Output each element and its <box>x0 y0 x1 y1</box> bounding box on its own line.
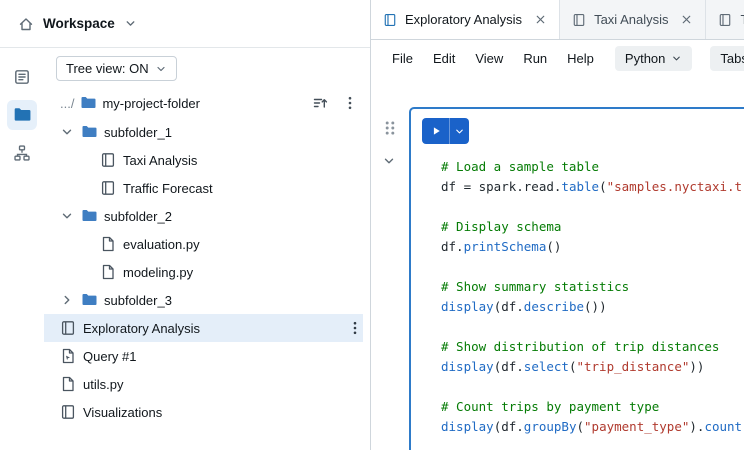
tree-item-label: Query #1 <box>83 349 136 364</box>
tree-item-label: evaluation.py <box>123 237 200 252</box>
tree-item-subfolder-1[interactable]: subfolder_1 <box>44 118 363 146</box>
tree-item-label: Exploratory Analysis <box>83 321 200 336</box>
notebook-icon <box>718 13 732 27</box>
tree-item-label: subfolder_1 <box>104 125 172 140</box>
notebook-icon <box>60 320 76 336</box>
menu-help[interactable]: Help <box>558 46 603 71</box>
menu-run[interactable]: Run <box>514 46 556 71</box>
tree-item-evaluation-py[interactable]: evaluation.py <box>44 230 363 258</box>
file-icon <box>100 236 116 252</box>
tab-exploratory-analysis[interactable]: Exploratory Analysis <box>371 0 560 40</box>
menu-edit[interactable]: Edit <box>424 46 464 71</box>
notebook-icon <box>100 180 116 196</box>
file-tree: Tree view: ON .../ my-project-folder sub… <box>44 48 370 450</box>
notebook-icon <box>572 13 586 27</box>
run-cell-button[interactable] <box>422 118 469 144</box>
root-folder-row[interactable]: .../ my-project-folder <box>44 88 370 118</box>
close-icon[interactable] <box>680 13 693 26</box>
chevron-down-icon <box>671 53 682 64</box>
tree-item-query-1[interactable]: Query #1 <box>44 342 363 370</box>
tree-item-label: utils.py <box>83 377 123 392</box>
language-selector[interactable]: Python <box>615 46 692 71</box>
tree-item-traffic-forecast[interactable]: Traffic Forecast <box>44 174 363 202</box>
chevron-down-icon[interactable] <box>124 17 137 30</box>
sort-icon[interactable] <box>312 95 328 111</box>
tree-view-toggle[interactable]: Tree view: ON <box>56 56 177 81</box>
chevron-down-icon[interactable] <box>60 209 74 223</box>
chevron-right-icon[interactable] <box>60 293 74 307</box>
folder-icon <box>81 292 97 308</box>
hierarchy-icon[interactable] <box>7 138 37 168</box>
notebook-icon <box>383 13 397 27</box>
tree-item-label: modeling.py <box>123 265 193 280</box>
tab-label: Taxi Analysis <box>594 12 668 27</box>
chevron-down-icon[interactable] <box>450 118 469 144</box>
folder-icon <box>80 95 96 111</box>
folder-icon <box>81 124 97 140</box>
root-path-prefix: .../ <box>60 96 74 111</box>
tab-label: Traffic Forecast <box>740 12 744 27</box>
notebook-icon <box>60 404 76 420</box>
notebook-icon <box>100 152 116 168</box>
folder-icon <box>81 208 97 224</box>
tab-taxi-analysis[interactable]: Taxi Analysis <box>560 0 706 39</box>
code-editor[interactable]: # Load a sample tabledf = spark.read.tab… <box>411 157 744 437</box>
menu-view[interactable]: View <box>466 46 512 71</box>
collapse-cell-chevron-icon[interactable] <box>382 154 396 168</box>
query-icon <box>60 348 76 364</box>
close-icon[interactable] <box>534 13 547 26</box>
tree-item-subfolder-3[interactable]: subfolder_3 <box>44 286 363 314</box>
tree-item-label: subfolder_3 <box>104 293 172 308</box>
tree-item-exploratory-analysis[interactable]: Exploratory Analysis <box>44 314 363 342</box>
drag-handle-icon[interactable] <box>381 119 399 137</box>
tree-item-subfolder-2[interactable]: subfolder_2 <box>44 202 363 230</box>
tree-item-modeling-py[interactable]: modeling.py <box>44 258 363 286</box>
chevron-down-icon[interactable] <box>60 125 74 139</box>
workspace-sidebar: Workspace Tree view: ON .../ my-project-… <box>0 0 371 450</box>
tree-item-label: Taxi Analysis <box>123 153 197 168</box>
play-icon[interactable] <box>422 118 450 144</box>
workspace-header: Workspace <box>0 0 370 48</box>
tree-item-taxi-analysis[interactable]: Taxi Analysis <box>44 146 363 174</box>
tree-item-label: subfolder_2 <box>104 209 172 224</box>
root-folder-label: my-project-folder <box>102 96 200 111</box>
editor-area: Exploratory Analysis Taxi Analysis Traff… <box>371 0 744 450</box>
tree-item-label: Traffic Forecast <box>123 181 213 196</box>
tree-item-visualizations[interactable]: Visualizations <box>44 398 363 426</box>
cell-toolbar <box>411 109 744 144</box>
notebook-cell[interactable]: # Load a sample tabledf = spark.read.tab… <box>409 107 744 450</box>
tree-item-utils-py[interactable]: utils.py <box>44 370 363 398</box>
workspace-title: Workspace <box>43 16 115 31</box>
home-icon[interactable] <box>18 16 34 32</box>
kebab-menu-icon[interactable] <box>342 95 358 111</box>
notebook-panel-icon[interactable] <box>7 62 37 92</box>
tab-label: Exploratory Analysis <box>405 12 522 27</box>
tree-item-label: Visualizations <box>83 405 162 420</box>
menu-file[interactable]: File <box>383 46 422 71</box>
chevron-down-icon <box>155 63 167 75</box>
tabs-toggle-label: Tabs: ON <box>720 51 744 66</box>
language-label: Python <box>625 51 665 66</box>
file-icon <box>100 264 116 280</box>
editor-tab-bar: Exploratory Analysis Taxi Analysis Traff… <box>371 0 744 40</box>
sidebar-rail <box>0 48 44 450</box>
folder-browser-icon[interactable] <box>7 100 37 130</box>
tab-traffic-forecast[interactable]: Traffic Forecast <box>706 0 744 39</box>
tabs-toggle[interactable]: Tabs: ON <box>710 46 744 71</box>
kebab-menu-icon[interactable] <box>347 320 363 336</box>
tree-view-label: Tree view: ON <box>66 61 149 76</box>
notebook-menu-bar: File Edit View Run Help Python Tabs: ON <box>371 40 744 77</box>
notebook-canvas: # Load a sample tabledf = spark.read.tab… <box>371 77 744 450</box>
file-icon <box>60 376 76 392</box>
